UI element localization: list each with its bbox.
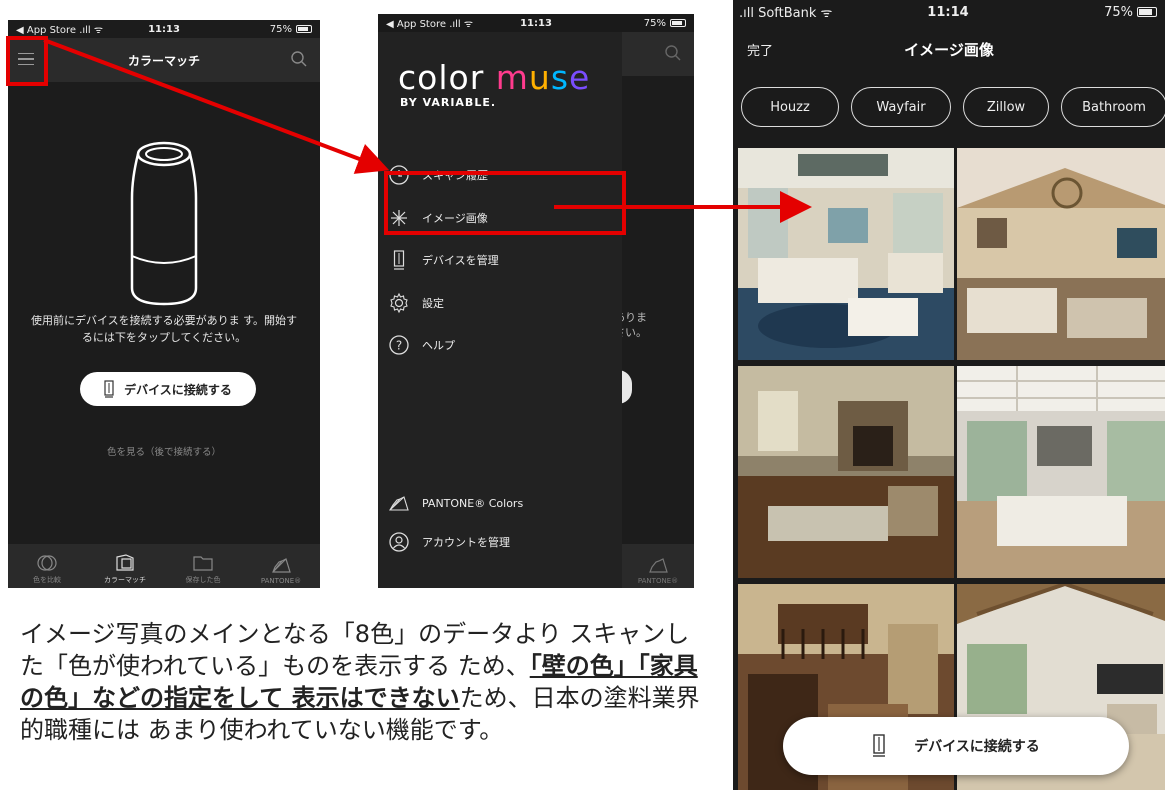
pantone-fan-icon bbox=[388, 492, 410, 514]
search-icon[interactable] bbox=[290, 50, 308, 68]
search-icon bbox=[665, 45, 681, 61]
status-battery: 75% bbox=[1104, 4, 1133, 20]
view-colors-later-link[interactable]: 色を見る（後で接続する） bbox=[8, 444, 320, 458]
nav-bar: カラーマッチ bbox=[8, 38, 320, 82]
logo-letter: s bbox=[550, 58, 570, 97]
status-bar: ◀ App Store .ıll ᯤ 11:13 75% bbox=[8, 20, 320, 38]
phone-side-menu-screen: ◀ App Store .ıll ᯤ 11:13 75% ありま さい。 PAN… bbox=[378, 14, 694, 588]
tab-saved-colors[interactable]: 保存した色 bbox=[164, 544, 242, 588]
background-tab-pantone: PANTONE® bbox=[622, 544, 694, 588]
connect-device-label: デバイスに接続する bbox=[124, 382, 232, 397]
chip-bathroom[interactable]: Bathroom bbox=[1061, 87, 1165, 127]
logo-letter: e bbox=[569, 58, 591, 97]
swatch-book-icon bbox=[116, 554, 134, 571]
tab-bar: 色を比較 カラーマッチ 保存した色 PANTONE® bbox=[8, 544, 320, 588]
logo-letter: u bbox=[528, 58, 551, 97]
page-title: イメージ画像 bbox=[904, 40, 994, 59]
source-filter-chips: Houzz Wayfair Zillow Bathroom bbox=[733, 87, 1165, 127]
status-time: 11:13 bbox=[148, 23, 180, 35]
battery-icon bbox=[670, 19, 686, 27]
tab-compare-label: 色を比較 bbox=[33, 576, 61, 584]
gear-icon bbox=[388, 292, 410, 314]
status-bar: .ıll SoftBank ᯤ 11:14 75% bbox=[733, 0, 1165, 24]
background-nav-bar bbox=[622, 32, 694, 76]
status-time: 11:13 bbox=[520, 17, 552, 29]
status-battery: 75% bbox=[269, 23, 293, 35]
pantone-fan-icon bbox=[649, 558, 668, 573]
tab-saved-colors-label: 保存した色 bbox=[185, 576, 221, 584]
menu-item-label: デバイスを管理 bbox=[422, 254, 499, 267]
phone-image-gallery-screen: .ıll SoftBank ᯤ 11:14 75% 完了 イメージ画像 Houz… bbox=[733, 0, 1165, 790]
phone-color-match-screen: ◀ App Store .ıll ᯤ 11:13 75% カラーマッチ 使用前に… bbox=[8, 20, 320, 588]
status-carrier: ◀ App Store .ıll ᯤ bbox=[386, 19, 474, 30]
status-battery: 75% bbox=[643, 17, 666, 29]
menu-item-label: PANTONE® Colors bbox=[422, 496, 524, 510]
status-time: 11:14 bbox=[927, 4, 969, 20]
tab-color-match[interactable]: カラーマッチ bbox=[86, 544, 164, 588]
menu-item-label: 設定 bbox=[422, 297, 444, 310]
highlight-hamburger-box bbox=[6, 36, 48, 86]
pantone-fan-icon bbox=[272, 558, 291, 573]
gallery-image[interactable] bbox=[738, 148, 954, 360]
account-icon bbox=[388, 531, 410, 553]
battery-icon bbox=[296, 25, 313, 33]
done-button[interactable]: 完了 bbox=[747, 40, 773, 59]
gallery-image[interactable] bbox=[738, 366, 954, 578]
device-icon bbox=[388, 249, 410, 271]
menu-item-help[interactable]: ? ヘルプ bbox=[388, 332, 455, 358]
menu-item-label: アカウントを管理 bbox=[422, 536, 510, 549]
explanation-caption: イメージ写真のメインとなる「8色」のデータより スキャンした「色が使われている」… bbox=[20, 618, 710, 746]
device-illustration bbox=[130, 141, 198, 306]
connect-device-button[interactable]: デバイスに接続する bbox=[80, 372, 256, 406]
connect-device-label: デバイスに接続する bbox=[914, 739, 1040, 755]
color-muse-logo: color muse BY VARIABLE. bbox=[398, 58, 591, 110]
device-icon bbox=[873, 734, 886, 757]
help-icon: ? bbox=[388, 334, 410, 356]
chip-zillow[interactable]: Zillow bbox=[963, 87, 1049, 127]
logo-letter: m bbox=[495, 58, 529, 97]
side-drawer: color muse BY VARIABLE. スキャン履歴 イメージ画像 デバ… bbox=[378, 32, 622, 588]
battery-icon bbox=[1136, 7, 1157, 17]
gallery-image[interactable] bbox=[957, 148, 1165, 360]
highlight-image-menu-box bbox=[384, 171, 626, 235]
status-bar: ◀ App Store .ıll ᯤ 11:13 75% bbox=[378, 14, 694, 32]
folder-icon bbox=[193, 556, 213, 571]
tab-pantone-label: PANTONE® bbox=[260, 577, 302, 585]
chip-houzz[interactable]: Houzz bbox=[741, 87, 839, 127]
connect-device-button[interactable]: デバイスに接続する bbox=[783, 717, 1129, 775]
nav-bar: 完了 イメージ画像 bbox=[733, 24, 1165, 74]
menu-item-pantone-colors[interactable]: PANTONE® Colors bbox=[388, 490, 523, 516]
connect-required-message: 使用前にデバイスを接続する必要がありま す。開始するには下をタップしてください。 bbox=[30, 314, 298, 344]
tab-compare[interactable]: 色を比較 bbox=[8, 544, 86, 588]
page-title: カラーマッチ bbox=[127, 53, 200, 68]
chip-wayfair[interactable]: Wayfair bbox=[851, 87, 951, 127]
logo-muse-text: muse bbox=[496, 58, 591, 97]
device-icon bbox=[104, 380, 114, 398]
tab-color-match-label: カラーマッチ bbox=[104, 576, 146, 584]
gallery-image[interactable] bbox=[957, 366, 1165, 578]
compare-icon bbox=[37, 555, 57, 571]
status-carrier: .ıll SoftBank ᯤ bbox=[739, 6, 833, 21]
menu-item-label: ヘルプ bbox=[422, 339, 455, 352]
menu-item-settings[interactable]: 設定 bbox=[388, 290, 444, 316]
menu-item-manage-account[interactable]: アカウントを管理 bbox=[388, 529, 510, 555]
svg-text:?: ? bbox=[396, 339, 402, 353]
logo-color-text: color bbox=[398, 58, 485, 97]
logo-by-variable: BY VARIABLE. bbox=[400, 96, 497, 109]
tab-pantone[interactable]: PANTONE® bbox=[242, 544, 320, 588]
menu-item-manage-device[interactable]: デバイスを管理 bbox=[388, 247, 499, 273]
status-carrier: ◀ App Store .ıll ᯤ bbox=[16, 25, 104, 36]
